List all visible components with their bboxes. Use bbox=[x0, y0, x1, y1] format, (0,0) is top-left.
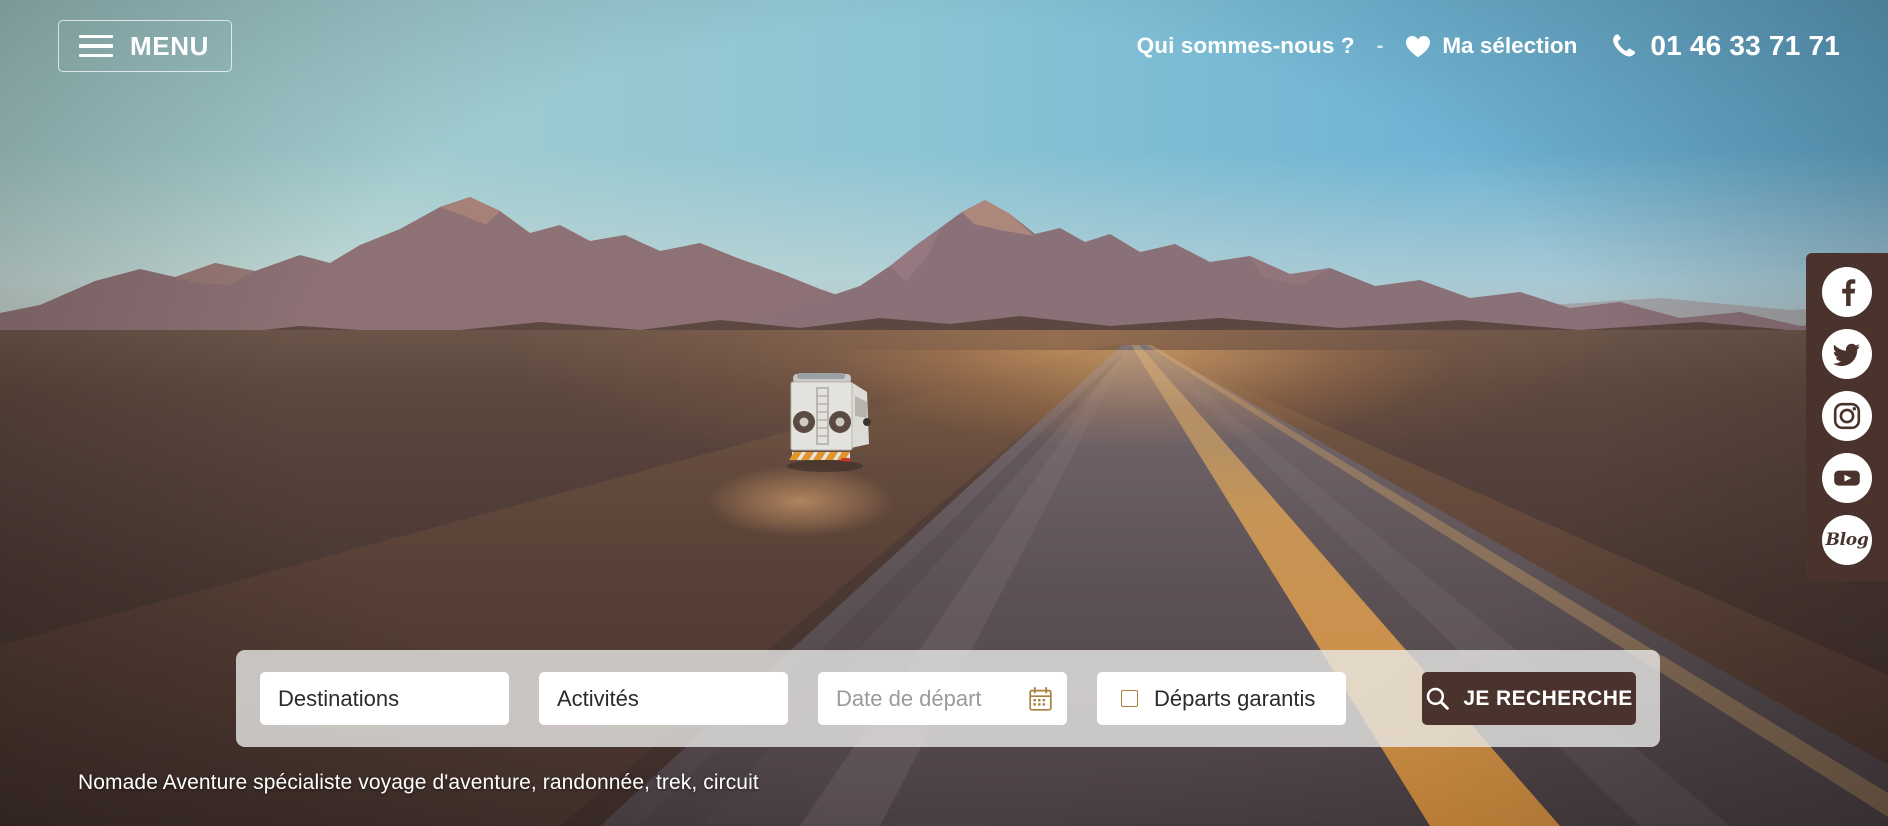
heart-icon bbox=[1405, 35, 1431, 58]
departure-date-placeholder: Date de départ bbox=[836, 685, 982, 711]
top-navigation-bar: MENU Qui sommes-nous ? - Ma sélection 01… bbox=[0, 0, 1888, 92]
facebook-icon bbox=[1832, 277, 1862, 307]
social-link-facebook[interactable] bbox=[1822, 267, 1872, 317]
nav-favorites-label: Ma sélection bbox=[1442, 33, 1578, 58]
social-link-youtube[interactable] bbox=[1822, 453, 1872, 503]
utility-nav: Qui sommes-nous ? - Ma sélection 01 46 3… bbox=[1137, 30, 1840, 62]
activities-value: Activités bbox=[557, 685, 639, 711]
destinations-select[interactable]: Destinations bbox=[260, 672, 509, 725]
guaranteed-departures-checkbox[interactable]: Départs garantis bbox=[1097, 672, 1346, 725]
calendar-icon bbox=[1029, 686, 1052, 711]
search-panel: Destinations Activités Date de départ Dé… bbox=[236, 650, 1660, 747]
twitter-icon bbox=[1832, 339, 1862, 369]
guaranteed-departures-label: Départs garantis bbox=[1154, 685, 1316, 711]
nav-about-link[interactable]: Qui sommes-nous ? bbox=[1137, 33, 1355, 59]
expedition-truck bbox=[779, 370, 877, 475]
hero-tagline: Nomade Aventure spécialiste voyage d'ave… bbox=[78, 771, 759, 794]
youtube-icon bbox=[1832, 463, 1862, 493]
nav-phone-label: 01 46 33 71 71 bbox=[1650, 30, 1840, 61]
phone-icon bbox=[1610, 32, 1638, 60]
instagram-icon bbox=[1832, 401, 1862, 431]
menu-button[interactable]: MENU bbox=[58, 20, 232, 72]
activities-select[interactable]: Activités bbox=[539, 672, 788, 725]
social-link-blog[interactable]: Blog bbox=[1822, 515, 1872, 565]
social-link-instagram[interactable] bbox=[1822, 391, 1872, 441]
social-link-twitter[interactable] bbox=[1822, 329, 1872, 379]
search-submit-button[interactable]: JE RECHERCHE bbox=[1422, 672, 1636, 725]
nav-favorites-link[interactable]: Ma sélection bbox=[1405, 33, 1577, 59]
search-icon bbox=[1425, 686, 1450, 711]
blog-icon: Blog bbox=[1825, 530, 1869, 550]
destinations-value: Destinations bbox=[278, 685, 400, 711]
hamburger-icon bbox=[79, 34, 113, 58]
nav-separator: - bbox=[1376, 35, 1384, 57]
desert-road bbox=[0, 345, 1888, 826]
checkbox-box bbox=[1121, 690, 1138, 707]
search-submit-label: JE RECHERCHE bbox=[1463, 687, 1633, 710]
social-sidebar: Blog bbox=[1806, 253, 1888, 581]
nav-phone-link[interactable]: 01 46 33 71 71 bbox=[1610, 30, 1840, 62]
departure-date-input[interactable]: Date de départ bbox=[818, 672, 1067, 725]
menu-button-label: MENU bbox=[130, 31, 209, 61]
hero-banner: MENU Qui sommes-nous ? - Ma sélection 01… bbox=[0, 0, 1888, 826]
